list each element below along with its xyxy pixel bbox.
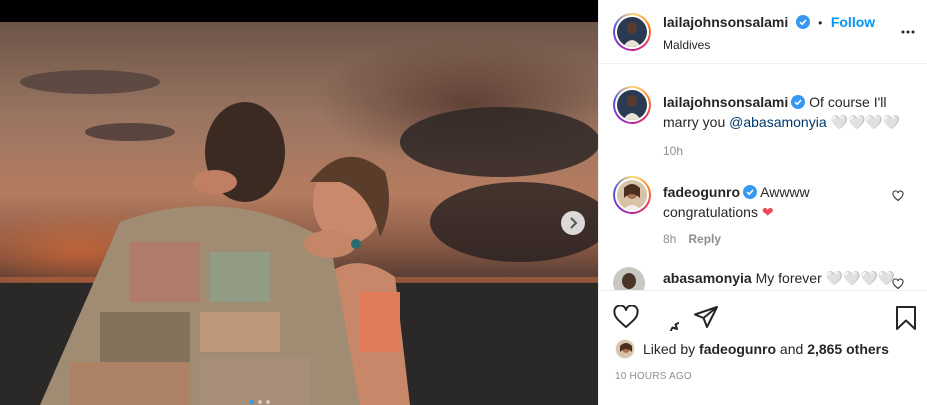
heart-emoji: ❤ bbox=[761, 204, 774, 220]
carousel-dot bbox=[250, 400, 254, 404]
comment-emoji: 🤍🤍🤍🤍 bbox=[826, 114, 901, 130]
avatar-image bbox=[617, 17, 647, 47]
chevron-right-icon bbox=[570, 217, 578, 229]
next-photo-button[interactable] bbox=[561, 211, 585, 235]
comment-avatar[interactable] bbox=[613, 86, 651, 124]
caption-text: lailajohnsonsalami Of course I'll marry … bbox=[663, 92, 903, 132]
photo-top-bar bbox=[0, 0, 598, 22]
more-options-button[interactable] bbox=[900, 24, 916, 45]
comments-list: lailajohnsonsalami Of course I'll marry … bbox=[599, 64, 927, 290]
comment-username[interactable]: fadeogunro bbox=[663, 184, 740, 200]
like-comment-icon[interactable] bbox=[892, 278, 904, 290]
reply-button[interactable]: Reply bbox=[688, 232, 721, 246]
comment-meta: 8h Reply bbox=[663, 232, 721, 246]
comment-button[interactable] bbox=[653, 305, 694, 346]
bookmark-icon bbox=[896, 306, 916, 330]
verified-badge-icon bbox=[795, 15, 810, 29]
author-username[interactable]: lailajohnsonsalami bbox=[663, 14, 788, 30]
comment-text: abasamonyia My forever 🤍🤍🤍🤍 bbox=[663, 268, 895, 288]
liker-username[interactable]: fadeogunro bbox=[699, 341, 776, 357]
header-separator: • bbox=[818, 16, 823, 30]
comment-text: fadeogunro Awwww congratulations ❤ bbox=[663, 182, 883, 222]
comment-time[interactable]: 8h bbox=[663, 232, 676, 246]
heart-icon bbox=[613, 304, 639, 328]
more-options-icon bbox=[901, 30, 915, 34]
share-button[interactable] bbox=[693, 305, 719, 334]
comment-time[interactable]: 10h bbox=[663, 144, 683, 158]
mention-link[interactable]: @abasamonyia bbox=[729, 114, 827, 130]
post-timestamp[interactable]: 10 HOURS AGO bbox=[615, 371, 692, 382]
post-location[interactable]: Maldives bbox=[663, 38, 710, 52]
likes-count-link[interactable]: 2,865 others bbox=[807, 341, 889, 357]
comment-avatar[interactable] bbox=[613, 267, 645, 290]
photo-illustration bbox=[0, 70, 598, 405]
post-media bbox=[0, 0, 598, 405]
author-avatar[interactable] bbox=[613, 13, 651, 51]
verified-badge-icon bbox=[791, 95, 806, 109]
post-header: lailajohnsonsalami • Follow Maldives bbox=[599, 0, 927, 64]
comment-username[interactable]: abasamonyia bbox=[663, 270, 752, 286]
liker-avatar[interactable] bbox=[615, 339, 635, 359]
post-actions: Liked by fadeogunro and 2,865 others 10 … bbox=[599, 290, 927, 405]
verified-badge-icon bbox=[743, 185, 757, 199]
post-photo[interactable] bbox=[0, 22, 598, 405]
likes-middle: and bbox=[776, 341, 808, 357]
comment-username[interactable]: lailajohnsonsalami bbox=[663, 94, 788, 110]
comment-body: My forever 🤍🤍🤍🤍 bbox=[755, 270, 896, 286]
comment-icon bbox=[669, 321, 694, 346]
carousel-dot bbox=[266, 400, 270, 404]
like-button[interactable] bbox=[613, 304, 639, 334]
like-comment-icon[interactable] bbox=[892, 190, 904, 202]
post-details-panel: lailajohnsonsalami • Follow Maldives lai… bbox=[598, 0, 927, 405]
likes-prefix: Liked by bbox=[643, 341, 700, 357]
carousel-dot bbox=[258, 400, 262, 404]
carousel-indicator bbox=[250, 400, 270, 404]
save-button[interactable] bbox=[895, 305, 917, 336]
follow-button[interactable]: Follow bbox=[831, 14, 875, 30]
comment-avatar[interactable] bbox=[613, 176, 651, 214]
likes-summary: Liked by fadeogunro and 2,865 others bbox=[615, 339, 889, 359]
share-icon bbox=[694, 306, 718, 328]
